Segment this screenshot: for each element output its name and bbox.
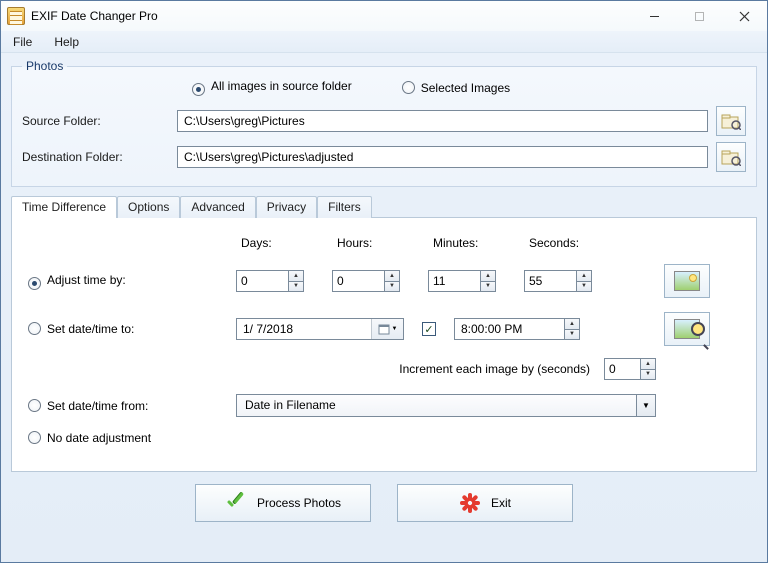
radio-empty-icon [28,322,41,335]
photo-icon [674,271,700,291]
radio-dot-icon [28,277,41,290]
tab-body: Days: Hours: Minutes: Seconds: Adjust ti… [11,217,757,472]
radio-all-images[interactable]: All images in source folder [192,79,352,96]
days-input[interactable] [236,270,288,292]
radio-set-datetime[interactable]: Set date/time to: [28,322,228,336]
calendar-dropdown-button[interactable]: ▼ [371,319,403,339]
radio-adjust-time[interactable]: Adjust time by: [28,273,228,290]
menu-help[interactable]: Help [54,35,79,49]
exit-button[interactable]: Exit [397,484,573,522]
hours-input[interactable] [332,270,384,292]
spin-up-icon[interactable]: ▲ [576,270,592,281]
spin-down-icon[interactable]: ▼ [384,281,400,293]
checkmark-icon [225,492,247,514]
header-days: Days: [241,236,321,250]
hours-spinner[interactable]: ▲▼ [332,270,412,292]
radio-set-from[interactable]: Set date/time from: [28,399,228,413]
photo-magnify-icon [674,319,700,339]
header-seconds: Seconds: [529,236,609,250]
title-bar: EXIF Date Changer Pro [1,1,767,31]
spin-down-icon[interactable]: ▼ [576,281,592,293]
destination-folder-input[interactable] [177,146,708,168]
radio-empty-icon [402,81,415,94]
radio-empty-icon [28,399,41,412]
date-picker[interactable]: 1/ 7/2018 ▼ [236,318,404,340]
tab-options[interactable]: Options [117,196,180,218]
header-hours: Hours: [337,236,417,250]
window-title: EXIF Date Changer Pro [31,9,158,23]
date-from-value: Date in Filename [236,394,636,417]
maximize-button[interactable] [677,2,722,31]
close-button[interactable] [722,2,767,31]
app-icon [7,7,25,25]
photos-group: Photos All images in source folder Selec… [11,59,757,187]
spin-up-icon[interactable]: ▲ [564,318,580,329]
spin-down-icon[interactable]: ▼ [480,281,496,293]
tab-advanced[interactable]: Advanced [180,196,255,218]
date-value: 1/ 7/2018 [237,322,371,336]
radio-dot-icon [192,83,205,96]
tab-strip: Time Difference Options Advanced Privacy… [11,195,757,217]
spin-down-icon[interactable]: ▼ [288,281,304,293]
menu-file[interactable]: File [13,35,32,49]
spin-up-icon[interactable]: ▲ [480,270,496,281]
tab-filters[interactable]: Filters [317,196,372,218]
destination-browse-button[interactable] [716,142,746,172]
destination-folder-label: Destination Folder: [22,150,177,164]
minutes-spinner[interactable]: ▲▼ [428,270,508,292]
time-input[interactable] [454,318,564,340]
spin-up-icon[interactable]: ▲ [640,358,656,369]
menu-bar: File Help [1,31,767,53]
increment-spinner[interactable]: ▲▼ [604,358,656,380]
photos-legend: Photos [22,59,67,73]
date-from-combo[interactable]: Date in Filename ▼ [236,394,656,417]
increment-input[interactable] [604,358,640,380]
tab-time-difference[interactable]: Time Difference [11,196,117,218]
process-label: Process Photos [257,496,341,510]
source-browse-button[interactable] [716,106,746,136]
burst-icon [459,492,481,514]
radio-no-adjust[interactable]: No date adjustment [28,431,228,445]
spin-up-icon[interactable]: ▲ [384,270,400,281]
increment-label: Increment each image by (seconds) [399,362,590,376]
spin-up-icon[interactable]: ▲ [288,270,304,281]
time-spinner[interactable]: ▲▼ [454,318,580,340]
source-folder-input[interactable] [177,110,708,132]
inspect-image-button[interactable] [664,312,710,346]
minutes-input[interactable] [428,270,480,292]
minimize-button[interactable] [632,2,677,31]
chevron-down-icon[interactable]: ▼ [636,394,656,417]
time-enable-checkbox[interactable]: ✓ [422,322,436,336]
exit-label: Exit [491,496,511,510]
reference-image-button[interactable] [664,264,710,298]
seconds-input[interactable] [524,270,576,292]
calendar-icon [378,323,390,335]
spin-down-icon[interactable]: ▼ [640,369,656,381]
seconds-spinner[interactable]: ▲▼ [524,270,604,292]
tab-privacy[interactable]: Privacy [256,196,317,218]
chevron-down-icon: ▼ [392,326,398,332]
days-spinner[interactable]: ▲▼ [236,270,316,292]
radio-selected-images[interactable]: Selected Images [402,81,510,95]
header-minutes: Minutes: [433,236,513,250]
spin-down-icon[interactable]: ▼ [564,329,580,341]
source-folder-label: Source Folder: [22,114,177,128]
radio-empty-icon [28,431,41,444]
process-photos-button[interactable]: Process Photos [195,484,371,522]
